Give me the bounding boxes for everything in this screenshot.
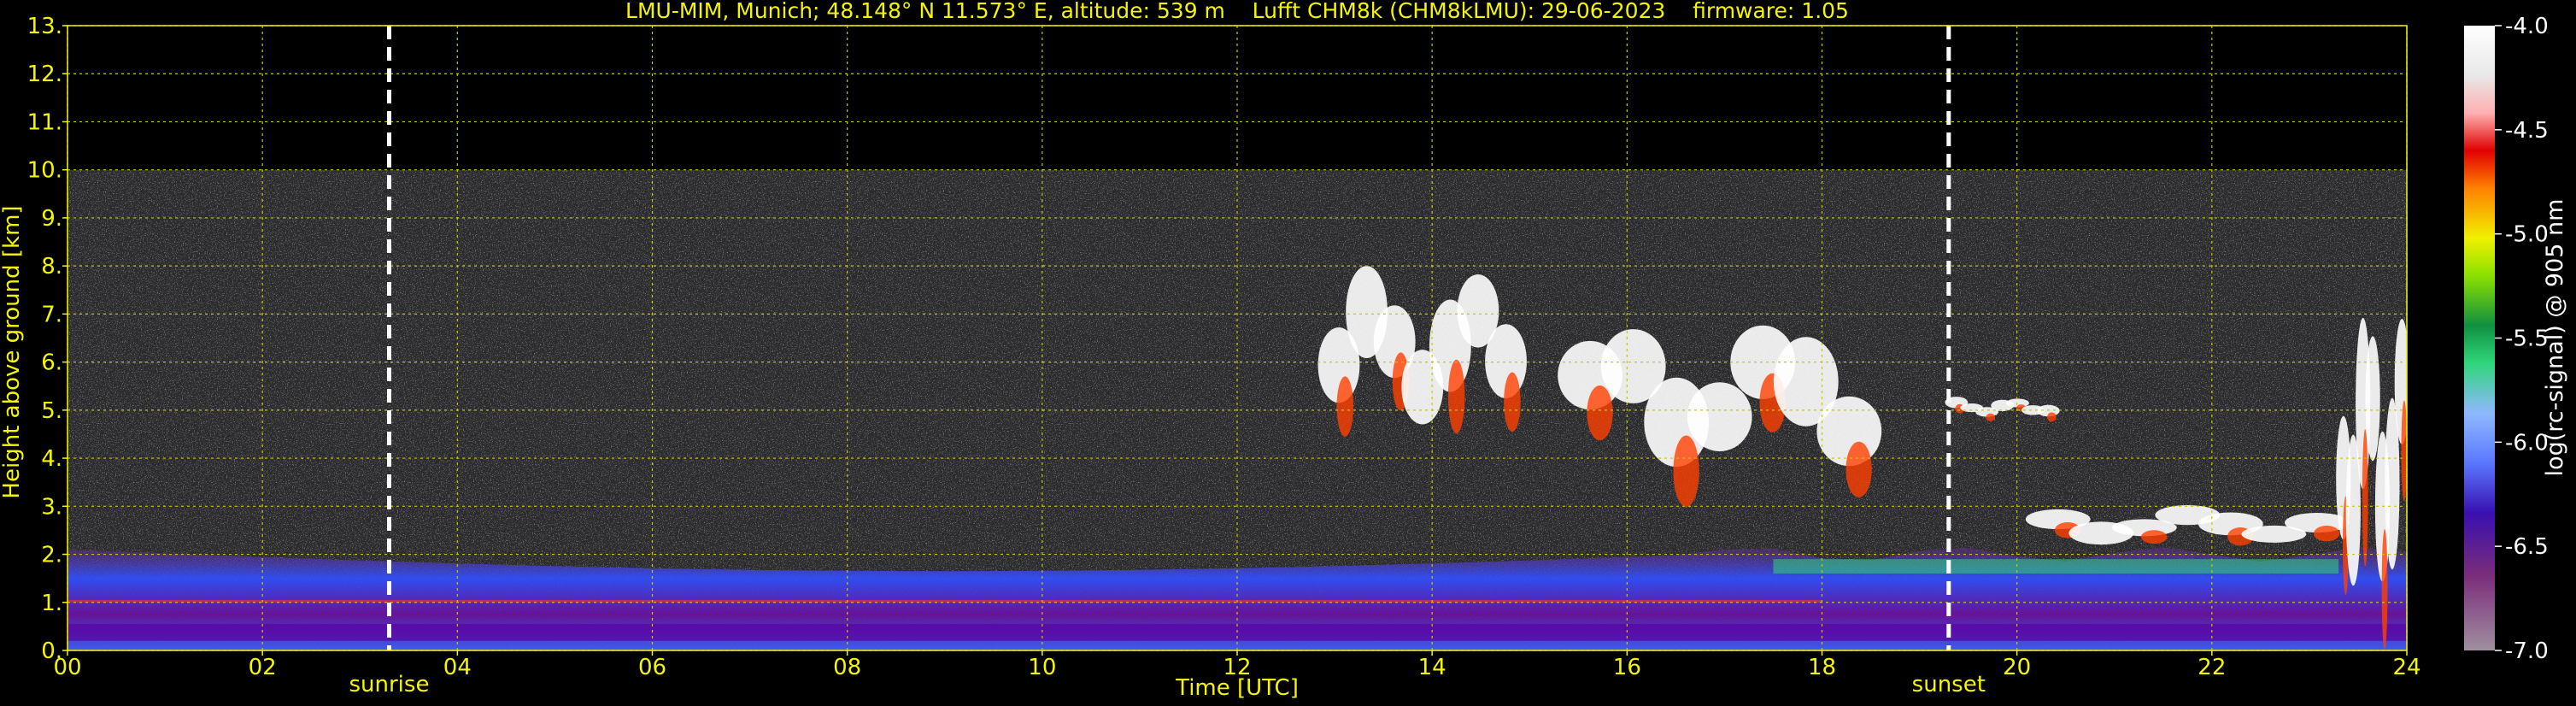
cloud-1-edge <box>1336 376 1354 437</box>
chart-title: LMU-MIM, Munich; 48.148° N 11.573° E, al… <box>625 0 1849 23</box>
y-tick-label: 7. <box>41 302 62 327</box>
y-tick-label: 3. <box>41 494 62 520</box>
x-tick-label: 20 <box>2003 655 2031 680</box>
colorbar-label: log(rc-signal) @ 905 nm <box>2542 199 2568 477</box>
cloud-2-core <box>1687 382 1752 451</box>
y-tick-label: 10. <box>27 158 62 184</box>
cloud-2-edge <box>1845 441 1872 497</box>
y-tick-label: 11. <box>27 109 62 135</box>
x-tick-label: 02 <box>249 655 277 680</box>
y-axis-label: Height above ground [km] <box>0 205 25 498</box>
cloud-3-edge <box>2047 412 2057 422</box>
y-tick-label: 9. <box>41 206 62 232</box>
y-tick-label: 8. <box>41 254 62 279</box>
colorbar-tick-label: -7.0 <box>2505 638 2549 664</box>
y-tick-label: 2. <box>41 543 62 568</box>
y-tick-label: 13. <box>27 14 62 39</box>
colorbar-tick-label: -6.5 <box>2505 534 2549 560</box>
sunset-label: sunset <box>1912 672 1986 697</box>
cloud-1-edge <box>1504 372 1521 432</box>
cloud-5-edge <box>2381 529 2388 650</box>
y-tick-label: 12. <box>27 62 62 87</box>
aerosol-green-top <box>1773 559 2339 574</box>
colorbar: -4.0-4.5-5.0-5.5-6.0-6.5-7.0 log(rc-sign… <box>2464 14 2568 664</box>
cloud-1-edge <box>1447 359 1465 434</box>
y-tick-labels: 0. 1. 2. 3. 4. 5. 6. 7. 8. 9. 10. 11. 12. 13. <box>27 14 67 664</box>
x-tick-label: 18 <box>1808 655 1836 680</box>
x-tick-label: 04 <box>443 655 472 680</box>
marker-labels: sunrise sunset <box>349 672 1985 697</box>
cloud-2-edge <box>1587 385 1613 441</box>
x-tick-label: 22 <box>2198 655 2226 680</box>
y-tick-label: 6. <box>41 350 62 376</box>
y-tick-label: 0. <box>41 638 62 664</box>
cloud-5-edge <box>2362 429 2368 567</box>
cloud-4-edge <box>2314 526 2340 542</box>
cloud-3-edge <box>1986 413 1996 421</box>
colorbar-ticks: -4.0-4.5-5.0-5.5-6.0-6.5-7.0 <box>2495 14 2549 664</box>
x-tick-label: 10 <box>1028 655 1056 680</box>
cloud-5-core <box>2365 336 2380 462</box>
x-tick-label: 14 <box>1418 655 1446 680</box>
x-tick-label: 06 <box>638 655 666 680</box>
colorbar-tick-label: -4.5 <box>2505 118 2549 144</box>
y-tick-label: 5. <box>41 398 62 424</box>
y-tick-label: 1. <box>41 591 62 616</box>
colorbar-gradient <box>2464 26 2495 650</box>
colorbar-tick-label: -4.0 <box>2505 14 2549 39</box>
sunrise-label: sunrise <box>349 672 429 697</box>
x-tick-label: 16 <box>1613 655 1641 680</box>
cloud-4-edge <box>2141 530 2168 544</box>
x-tick-label: 12 <box>1223 655 1251 680</box>
x-tick-label: 24 <box>2392 655 2421 680</box>
ceilometer-chart: LMU-MIM, Munich; 48.148° N 11.573° E, al… <box>0 0 2568 701</box>
y-tick-label: 4. <box>41 446 62 472</box>
cloud-2-edge <box>1673 435 1699 508</box>
x-tick-label: 08 <box>833 655 861 680</box>
